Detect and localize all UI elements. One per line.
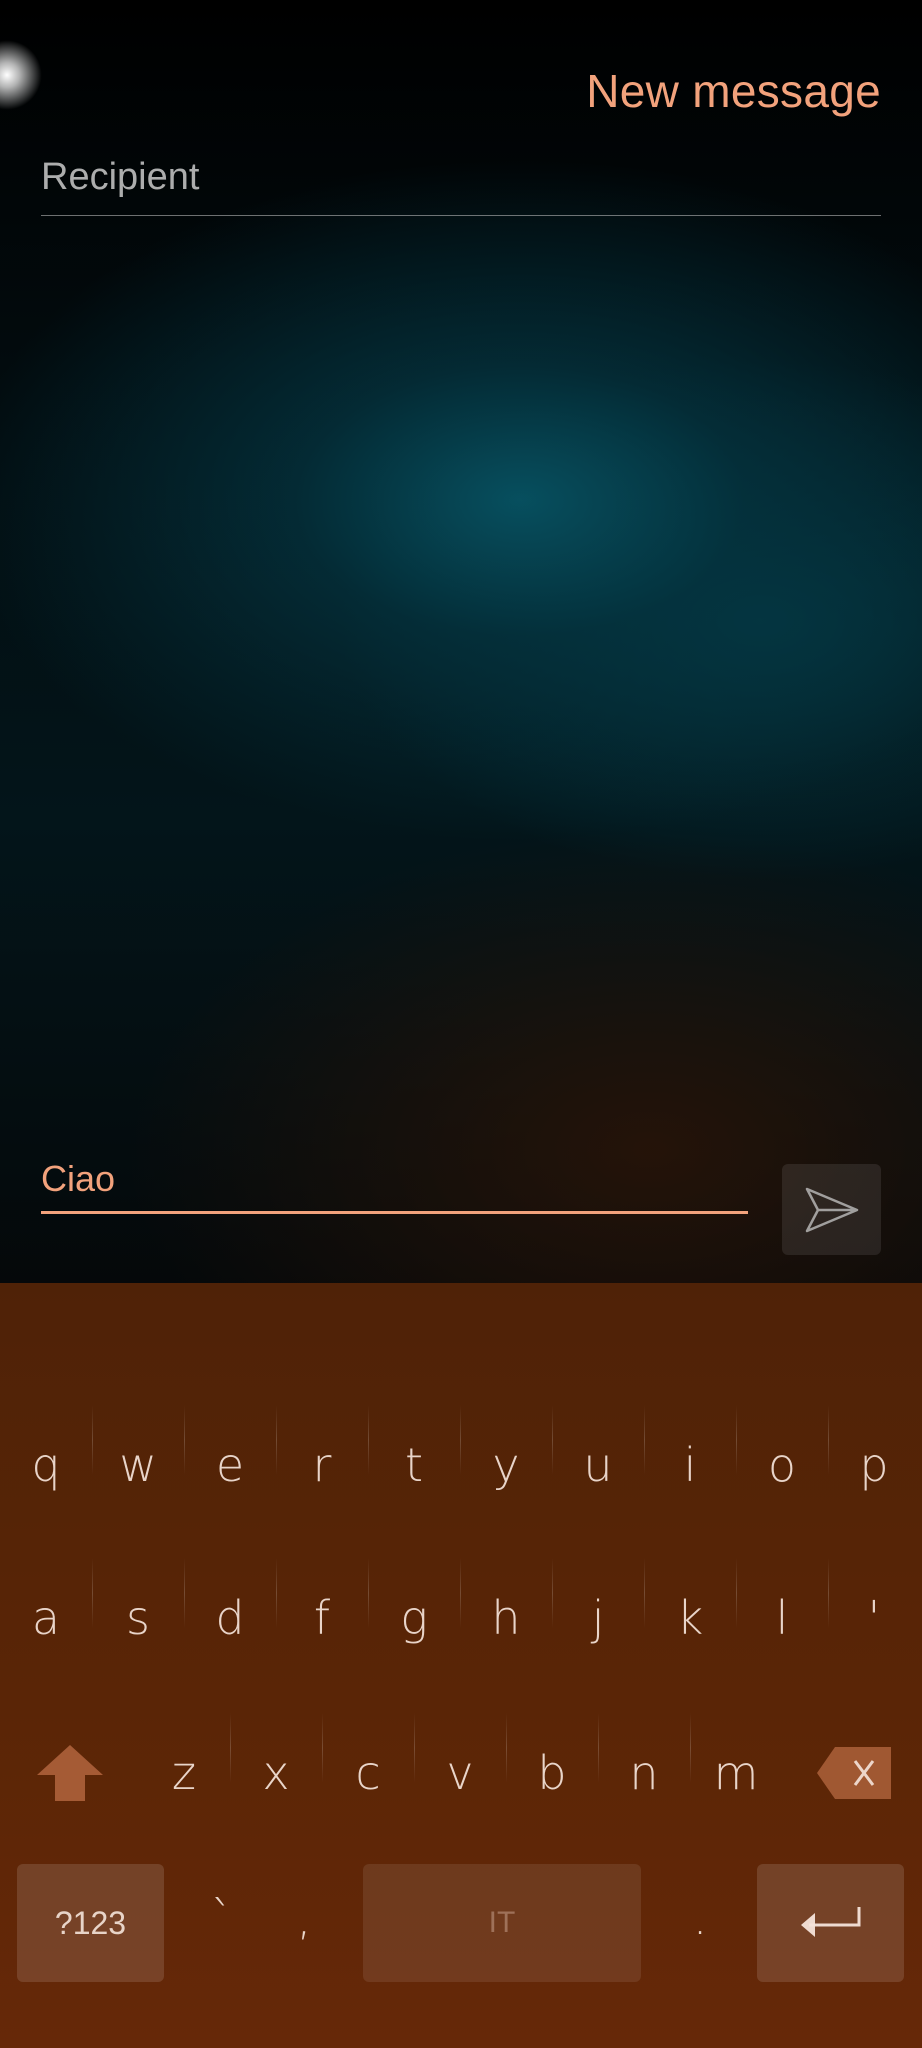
- messaging-screen: New message Recipient Ciao q w e r t y u…: [0, 0, 922, 2048]
- key-g[interactable]: g: [368, 1548, 460, 1688]
- enter-icon: [800, 1907, 860, 1937]
- key-n[interactable]: n: [598, 1703, 690, 1843]
- key-comma[interactable]: ,: [258, 1853, 350, 1983]
- virtual-keyboard: q w e r t y u i o p a s d f g h j k l ' …: [0, 1283, 922, 2048]
- message-input[interactable]: Ciao: [41, 1150, 748, 1214]
- key-i[interactable]: i: [644, 1395, 736, 1535]
- shift-key[interactable]: [20, 1703, 120, 1843]
- page-title: New message: [586, 65, 881, 117]
- recipient-placeholder: Recipient: [41, 156, 200, 198]
- shift-arrow-icon: [37, 1745, 103, 1801]
- light-glare: [0, 40, 42, 110]
- send-button[interactable]: [782, 1164, 881, 1255]
- key-z[interactable]: z: [138, 1703, 230, 1843]
- key-j[interactable]: j: [552, 1548, 644, 1688]
- key-r[interactable]: r: [276, 1395, 368, 1535]
- key-h[interactable]: h: [460, 1548, 552, 1688]
- message-text: Ciao: [41, 1158, 116, 1199]
- send-icon: [805, 1187, 858, 1232]
- key-s[interactable]: s: [92, 1548, 184, 1688]
- key-q[interactable]: q: [0, 1395, 92, 1535]
- backspace-icon: [817, 1747, 891, 1799]
- symbols-key[interactable]: ?123: [17, 1864, 164, 1982]
- key-f[interactable]: f: [276, 1548, 368, 1688]
- key-m[interactable]: m: [690, 1703, 782, 1843]
- key-x[interactable]: x: [230, 1703, 322, 1843]
- key-k[interactable]: k: [644, 1548, 736, 1688]
- key-b[interactable]: b: [506, 1703, 598, 1843]
- key-p[interactable]: p: [828, 1395, 920, 1535]
- recipient-field[interactable]: Recipient: [41, 150, 881, 216]
- backspace-key[interactable]: [804, 1703, 904, 1843]
- key-w[interactable]: w: [92, 1395, 184, 1535]
- space-key[interactable]: IT: [363, 1864, 641, 1982]
- key-e[interactable]: e: [184, 1395, 276, 1535]
- enter-key[interactable]: [757, 1864, 904, 1982]
- key-period[interactable]: .: [654, 1853, 746, 1983]
- key-l[interactable]: l: [736, 1548, 828, 1688]
- key-backtick[interactable]: `: [176, 1853, 268, 1983]
- key-y[interactable]: y: [460, 1395, 552, 1535]
- key-t[interactable]: t: [368, 1395, 460, 1535]
- key-d[interactable]: d: [184, 1548, 276, 1688]
- key-o[interactable]: o: [736, 1395, 828, 1535]
- key-apostrophe[interactable]: ': [828, 1548, 920, 1688]
- key-c[interactable]: c: [322, 1703, 414, 1843]
- key-u[interactable]: u: [552, 1395, 644, 1535]
- key-a[interactable]: a: [0, 1548, 92, 1688]
- key-v[interactable]: v: [414, 1703, 506, 1843]
